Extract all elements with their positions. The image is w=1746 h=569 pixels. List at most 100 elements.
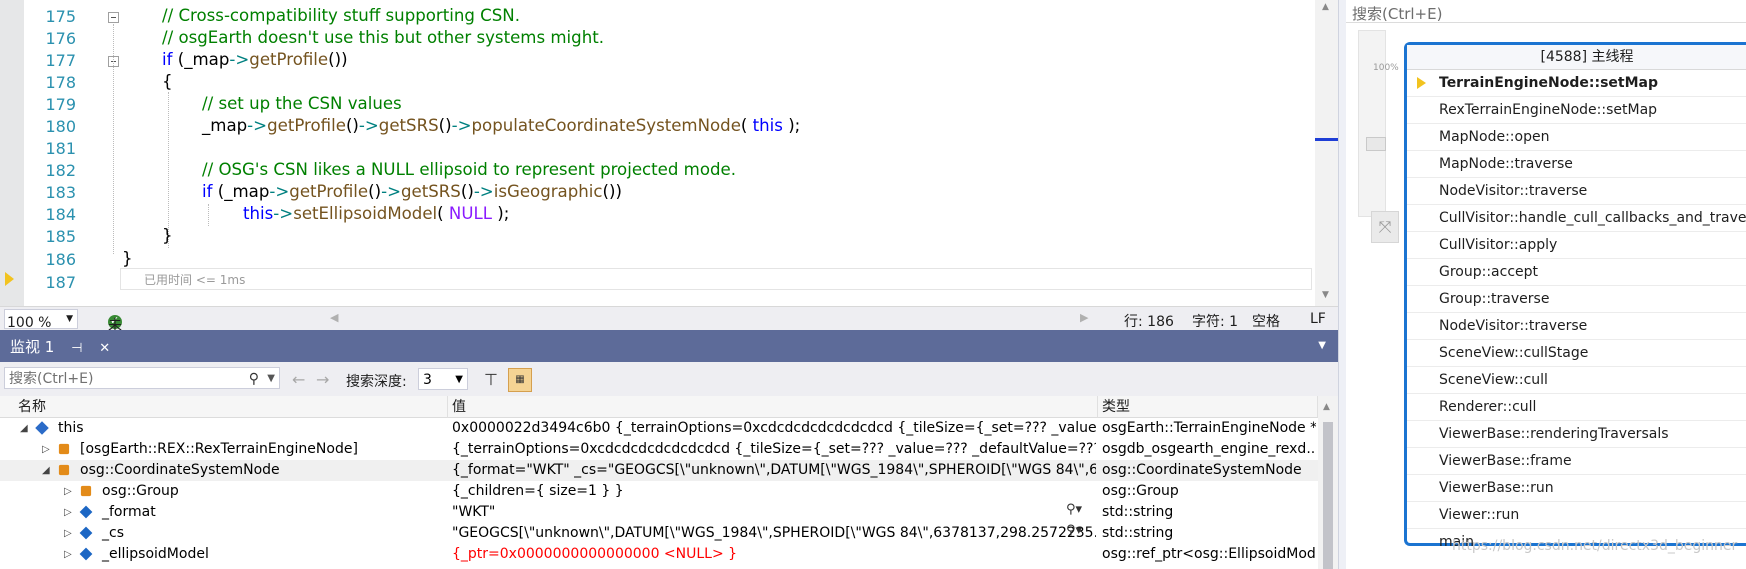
zoom-dropdown[interactable]: 100 % ▼ (4, 309, 78, 331)
table-row[interactable]: ◢ osg::CoordinateSystemNode {_format="WK… (0, 460, 1318, 481)
scroll-up-icon[interactable]: ▲ (1322, 2, 1329, 12)
line-ending-indicator[interactable]: LF (1310, 311, 1326, 327)
frame-label: CullVisitor::handle_cull_callbacks_and_t… (1439, 210, 1746, 226)
window-menu-chevron-icon[interactable]: ▼ (1318, 340, 1326, 351)
chevron-down-icon: ▼ (66, 314, 73, 324)
frame-label: ViewerBase::run (1439, 480, 1554, 496)
scroll-up-icon[interactable]: ▲ (1323, 402, 1330, 412)
frame-label: ViewerBase::frame (1439, 453, 1572, 469)
column-header-type[interactable]: 类型 (1098, 396, 1318, 418)
stack-frame[interactable]: ViewerBase::renderingTraversals (1407, 421, 1746, 448)
stack-frame[interactable]: NodeVisitor::traverse (1407, 178, 1746, 205)
variable-name: [osgEarth::REX::RexTerrainEngineNode] (80, 441, 358, 457)
stack-frame[interactable]: CullVisitor::apply (1407, 232, 1746, 259)
search-depth-select[interactable]: 3 ▼ (418, 368, 468, 390)
stack-frame[interactable]: Group::traverse (1407, 286, 1746, 313)
stack-frame[interactable]: Renderer::cull (1407, 394, 1746, 421)
scroll-right-icon[interactable]: ▶ (1080, 311, 1088, 324)
watch-search-input[interactable]: 搜索(Ctrl+E) ⚲ ▼ (4, 367, 280, 389)
indent-indicator[interactable]: 空格 (1252, 311, 1280, 331)
frame-label: TerrainEngineNode::setMap (1439, 75, 1658, 91)
stack-frame[interactable]: NodeVisitor::traverse (1407, 313, 1746, 340)
search-previous-arrow-icon[interactable]: ← (292, 370, 305, 389)
variable-type: osg::Group (1102, 483, 1179, 499)
stack-frame[interactable]: SceneView::cull (1407, 367, 1746, 394)
variable-value: 0x0000022d3494c6b0 {_terrainOptions=0xcd… (452, 420, 1096, 436)
editor-vertical-scrollbar[interactable]: ▲ ▼ (1315, 0, 1338, 306)
text-visualizer-icon[interactable]: ⚲▾ (1066, 502, 1082, 517)
scrollbar-thumb[interactable] (1323, 422, 1333, 569)
editor-status-bar: 100 %▼ 未找到相关问题 ◀ ▶ 行: 186 字符: 1 空格 LF (0, 306, 1338, 454)
stack-frame[interactable]: CullVisitor::handle_cull_callbacks_and_t… (1407, 205, 1746, 232)
depth-value: 3 (423, 372, 432, 388)
search-next-arrow-icon[interactable]: → (316, 370, 329, 389)
line-number: 181 (45, 139, 76, 158)
variable-type: osg::ref_ptr<osg::EllipsoidMod... (1102, 546, 1316, 562)
search-icon[interactable]: ⚲ (249, 368, 259, 390)
frame-label: CullVisitor::apply (1439, 237, 1558, 253)
stack-frame[interactable]: Viewer::run (1407, 502, 1746, 529)
variable-value: "WKT" (452, 504, 496, 520)
code-line-184: this->setEllipsoidModel( NULL ); (243, 204, 510, 223)
zoom-slider-thumb[interactable] (1366, 137, 1386, 151)
stack-frame[interactable]: MapNode::traverse (1407, 151, 1746, 178)
collapse-icon[interactable]: ◢ (42, 460, 50, 481)
watch-vertical-scrollbar[interactable]: ▲ (1318, 396, 1338, 569)
search-depth-label: 搜索深度: (346, 374, 407, 390)
stack-frame[interactable]: ViewerBase::frame (1407, 448, 1746, 475)
expand-icon[interactable]: ▷ (64, 544, 72, 565)
code-line-176: // osgEarth doesn't use this but other s… (162, 28, 604, 47)
frame-label: RexTerrainEngineNode::setMap (1439, 102, 1658, 118)
callstack-search-input[interactable]: 搜索(Ctrl+E) (1352, 3, 1442, 24)
breakpoint-margin[interactable] (0, 0, 24, 310)
expand-icon[interactable]: ▷ (64, 502, 72, 523)
zoom-to-fit-icon[interactable]: ⤧ (1371, 211, 1399, 243)
frame-label: Group::accept (1439, 264, 1539, 280)
table-row[interactable]: ▷ _ellipsoidModel {_ptr=0x00000000000000… (0, 544, 1318, 565)
scroll-down-icon[interactable]: ▼ (1322, 290, 1329, 300)
chevron-down-icon[interactable]: ▼ (267, 368, 275, 390)
zoom-slider[interactable]: 100% ⤧ (1358, 30, 1399, 243)
stack-frame[interactable]: SceneView::cullStage (1407, 340, 1746, 367)
table-row[interactable]: ▷ _cs "GEOGCS[\"unknown\",DATUM[\"WGS_19… (0, 523, 1318, 544)
frame-label: NodeVisitor::traverse (1439, 318, 1588, 334)
current-line-highlight (120, 268, 1312, 290)
stack-frame[interactable]: Group::accept (1407, 259, 1746, 286)
expand-icon[interactable]: ▷ (64, 523, 72, 544)
variable-type: osg::CoordinateSystemNode (1102, 462, 1302, 478)
stack-frame[interactable]: MapNode::open (1407, 124, 1746, 151)
watch-window: 监视 1 ⊣ ✕ ▼ 搜索(Ctrl+E) ⚲ ▼ ← → 搜索深度: 3 ▼ … (0, 330, 1338, 569)
tab-watch-1[interactable]: 监视 1 ⊣ ✕ (0, 332, 121, 362)
code-editor[interactable]: 175 176 177 178 179 180 181 182 183 184 … (0, 0, 1338, 310)
variable-name: osg::Group (102, 483, 179, 499)
code-line-175: // Cross-compatibility stuff supporting … (162, 6, 520, 25)
stack-frame[interactable]: ViewerBase::run (1407, 475, 1746, 502)
line-number: 186 (45, 250, 76, 269)
table-row[interactable]: ▷ [osgEarth::REX::RexTerrainEngineNode] … (0, 439, 1318, 460)
line-indicator[interactable]: 行: 186 (1124, 311, 1174, 331)
tab-label: 监视 1 (10, 338, 55, 356)
column-header-name[interactable]: 名称 (0, 396, 448, 418)
stack-frame[interactable]: TerrainEngineNode::setMap (1407, 70, 1746, 97)
collapse-icon[interactable]: ◢ (20, 418, 28, 439)
scroll-left-icon[interactable]: ◀ (330, 311, 338, 324)
watch-toolbar: 搜索(Ctrl+E) ⚲ ▼ ← → 搜索深度: 3 ▼ ⊤ ▦ (0, 362, 1338, 396)
close-icon[interactable]: ✕ (99, 341, 110, 356)
variable-type: std::string (1102, 525, 1174, 541)
table-row[interactable]: ◢ this 0x0000022d3494c6b0 {_terrainOptio… (0, 418, 1318, 439)
char-indicator[interactable]: 字符: 1 (1192, 311, 1238, 331)
expand-icon[interactable]: ▷ (42, 439, 50, 460)
table-row[interactable]: ▷ osg::Group {_children={ size=1 } } osg… (0, 481, 1318, 502)
view-options-icon[interactable]: ▦ (508, 368, 532, 392)
expand-icon[interactable]: ▷ (64, 481, 72, 502)
table-row[interactable]: ▷ _format "WKT" ⚲▾ std::string (0, 502, 1318, 523)
fold-guide (113, 24, 114, 254)
fold-toggle[interactable] (108, 12, 119, 23)
field-icon (79, 505, 93, 519)
pin-icon[interactable]: ⊣ (71, 341, 82, 356)
pin-filter-icon[interactable]: ⊤ (484, 370, 498, 389)
column-header-value[interactable]: 值 (448, 396, 1098, 418)
text-visualizer-icon[interactable]: ⚲▾ (1066, 523, 1082, 538)
stack-frame[interactable]: RexTerrainEngineNode::setMap (1407, 97, 1746, 124)
variable-value: {_children={ size=1 } } (452, 483, 624, 499)
